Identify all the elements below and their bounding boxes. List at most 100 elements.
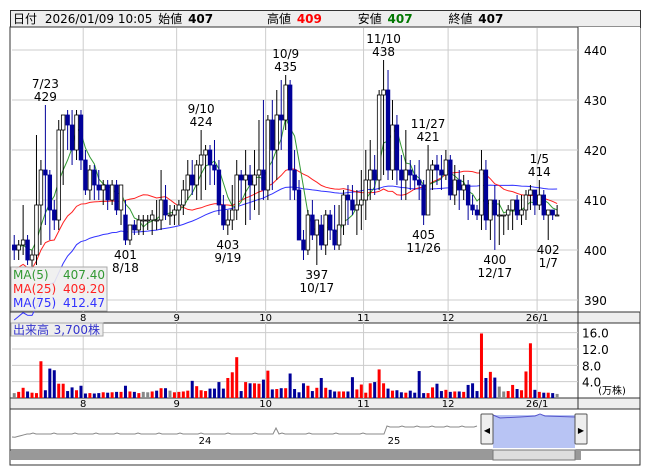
candle-body	[497, 214, 502, 217]
volume-bar	[79, 385, 83, 398]
annotation-price: 402	[537, 243, 560, 257]
volume-bar	[39, 361, 43, 398]
volume-bar	[408, 390, 412, 398]
price-tick-label: 410	[584, 194, 607, 208]
volume-bar	[431, 387, 435, 398]
volume-bar	[221, 388, 225, 398]
navigator-year-label: 24	[199, 436, 212, 447]
volume-bar	[137, 393, 141, 398]
stock-chart-widget: 日付 2026/01/09 10:05 始値 407 高値 409 安値 407…	[0, 0, 653, 470]
candle-body	[185, 174, 190, 191]
candle-body	[60, 114, 66, 131]
volume-bar	[301, 383, 305, 398]
volume-bar	[34, 393, 38, 398]
chart-canvas[interactable]: 39040041042043044016.012.08.04.0(万株)8899…	[0, 0, 653, 470]
price-axis	[578, 27, 640, 312]
volume-bar	[479, 333, 483, 398]
volume-bar	[248, 383, 252, 398]
candle-body	[78, 114, 84, 161]
volume-bar	[493, 377, 497, 398]
navigator-selected-range	[493, 415, 575, 448]
volume-bar	[284, 388, 288, 398]
volume-bar	[373, 382, 377, 398]
volume-bar	[92, 393, 96, 398]
volume-bar	[30, 392, 34, 398]
volume-bar	[475, 391, 479, 398]
price-tick-label: 430	[584, 94, 607, 108]
candle-body	[127, 224, 133, 241]
annotation-price: 424	[190, 115, 213, 129]
volume-bar	[128, 391, 132, 398]
candle-body	[528, 189, 533, 196]
candle-body	[123, 214, 128, 241]
volume-bar	[66, 391, 70, 398]
volume-bar	[359, 384, 363, 398]
annotation-price: 435	[274, 60, 297, 74]
candle-body	[292, 169, 297, 191]
volume-bar	[17, 391, 21, 398]
volume-bar	[266, 370, 270, 398]
candle-body	[207, 149, 213, 166]
annotation-price: 405	[412, 228, 435, 242]
candle-body	[158, 199, 164, 221]
volume-bar	[57, 383, 61, 398]
month-label: 12	[442, 399, 455, 410]
annotation-date: 1/7	[539, 256, 558, 270]
annotation-date: 1/5	[530, 152, 549, 166]
candle-body	[83, 159, 88, 191]
volume-bar	[141, 391, 145, 398]
volume-bar	[488, 371, 492, 398]
volume-bar	[382, 383, 386, 398]
candle-body	[279, 114, 284, 121]
ma75-legend-value: 412.47	[63, 296, 105, 310]
volume-bar	[48, 368, 52, 398]
candle-body	[390, 124, 395, 171]
candle-body	[434, 164, 440, 171]
candle-body	[216, 169, 222, 206]
candle-body	[87, 169, 93, 191]
volume-legend-label: 出来高	[13, 322, 49, 337]
volume-bar	[497, 386, 501, 398]
volume-bar	[439, 391, 443, 398]
candle-body	[230, 209, 235, 221]
candle-body	[149, 214, 155, 221]
candle-body	[181, 189, 186, 206]
volume-bar	[453, 391, 457, 398]
price-tick-label: 390	[584, 294, 607, 308]
annotation-date: 9/10	[188, 102, 215, 116]
volume-bar	[190, 380, 194, 398]
candle-body	[74, 114, 79, 151]
candle-body	[443, 159, 449, 176]
candle-body	[101, 184, 106, 191]
candle-body	[310, 214, 315, 236]
scrollbar-thumb[interactable]	[492, 449, 576, 461]
month-label: 10	[259, 399, 272, 410]
volume-bar	[110, 392, 114, 398]
candle-body	[154, 219, 159, 222]
annotation-date: 11/10	[366, 32, 401, 46]
annotation-date: 7/23	[32, 77, 59, 91]
candle-body	[416, 179, 422, 186]
volume-bar	[195, 386, 199, 398]
candle-body	[457, 179, 462, 191]
candle-body	[345, 194, 351, 201]
candle-body	[118, 184, 124, 211]
candle-body	[452, 179, 457, 196]
volume-bar	[346, 391, 350, 398]
volume-bar	[297, 392, 301, 398]
volume-bar	[168, 390, 172, 398]
candle-body	[368, 169, 373, 181]
volume-bar	[324, 387, 328, 398]
candle-body	[505, 209, 511, 216]
candle-body	[105, 184, 110, 201]
candle-body	[261, 169, 266, 191]
candle-body	[519, 209, 524, 216]
candle-body	[56, 129, 61, 221]
volume-bar	[355, 389, 359, 398]
annotation-date: 9/19	[214, 251, 241, 265]
candle-body	[408, 169, 413, 176]
month-label: 11	[357, 313, 370, 324]
candle-body	[212, 164, 217, 171]
volume-bar	[123, 385, 127, 398]
volume-unit-label: (万株)	[598, 384, 626, 397]
